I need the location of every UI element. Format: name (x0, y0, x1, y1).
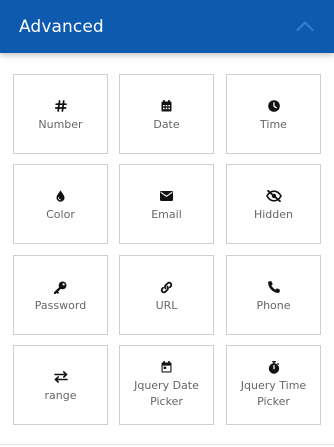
calendar-icon (120, 99, 213, 113)
field-label: Number (38, 118, 83, 131)
field-label: Jquery Date Picker (134, 379, 199, 408)
key-icon (14, 280, 107, 294)
field-email-button[interactable]: Email (119, 164, 214, 244)
field-label: Time (260, 118, 287, 131)
field-url-button[interactable]: URL (119, 255, 214, 335)
hash-icon (14, 99, 107, 113)
phone-icon (227, 280, 320, 294)
calendar-day-icon (120, 360, 213, 374)
field-jquery-time-picker-button[interactable]: Jquery Time Picker (226, 345, 321, 425)
advanced-fields-panel: Advanced Number Date Time Color Email Hi… (0, 0, 334, 447)
field-time-button[interactable]: Time (226, 74, 321, 154)
stopwatch-icon (227, 360, 320, 374)
field-label: Phone (256, 299, 291, 312)
exchange-arrows-icon (14, 370, 107, 384)
field-hidden-button[interactable]: Hidden (226, 164, 321, 244)
panel-header[interactable]: Advanced (0, 0, 334, 53)
field-password-button[interactable]: Password (13, 255, 108, 335)
chevron-up-icon[interactable] (296, 19, 314, 33)
field-label: Jquery Time Picker (240, 379, 307, 408)
panel-title: Advanced (19, 17, 104, 37)
field-date-button[interactable]: Date (119, 74, 214, 154)
field-label: Color (46, 208, 75, 221)
bottom-divider (0, 444, 334, 445)
field-color-button[interactable]: Color (13, 164, 108, 244)
field-jquery-date-picker-button[interactable]: Jquery Date Picker (119, 345, 214, 425)
field-label: URL (155, 299, 178, 312)
field-label: Date (153, 118, 180, 131)
droplet-icon (14, 189, 107, 203)
field-label: Email (151, 208, 182, 221)
link-icon (120, 280, 213, 294)
eye-slash-icon (227, 189, 320, 203)
field-label: range (44, 389, 77, 402)
field-phone-button[interactable]: Phone (226, 255, 321, 335)
field-range-button[interactable]: range (13, 345, 108, 425)
field-label: Password (34, 299, 87, 312)
field-label: Hidden (253, 208, 294, 221)
envelope-icon (120, 189, 213, 203)
clock-icon (227, 99, 320, 113)
field-number-button[interactable]: Number (13, 74, 108, 154)
